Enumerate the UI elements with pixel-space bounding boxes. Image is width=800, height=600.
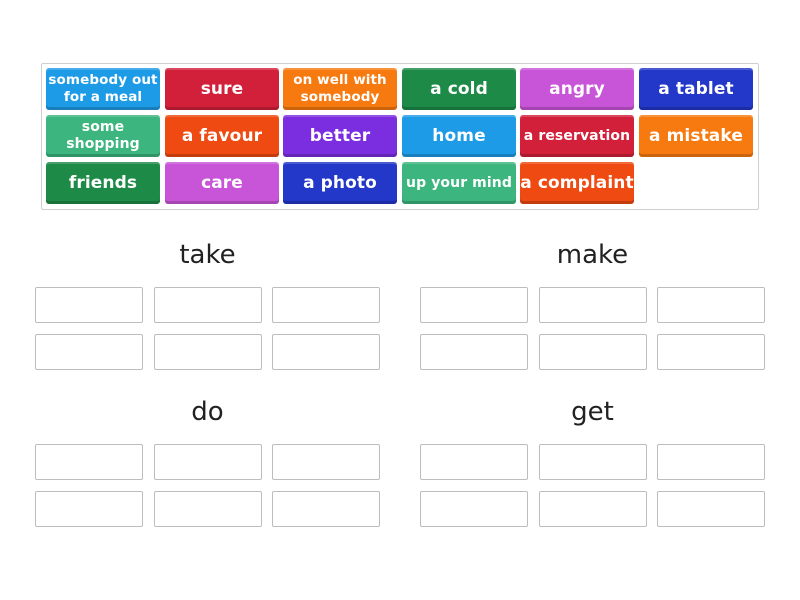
drop-slot-do[interactable] bbox=[35, 444, 143, 480]
word-tile[interactable]: a favour bbox=[165, 115, 279, 157]
drop-slot-take[interactable] bbox=[272, 287, 380, 323]
word-tile[interactable]: friends bbox=[46, 162, 160, 204]
word-tile[interactable]: somebody out for a meal bbox=[46, 68, 160, 110]
drop-slot-get[interactable] bbox=[539, 444, 647, 480]
word-tile[interactable]: a complaint bbox=[520, 162, 634, 204]
word-tile[interactable]: better bbox=[283, 115, 397, 157]
group-title-take: take bbox=[179, 240, 236, 270]
group-title-make: make bbox=[556, 240, 629, 270]
drop-slot-do[interactable] bbox=[154, 444, 262, 480]
word-tile[interactable]: up your mind bbox=[402, 162, 516, 204]
word-tile[interactable]: some shopping bbox=[46, 115, 160, 157]
drop-slot-take[interactable] bbox=[154, 287, 262, 323]
drop-slot-make[interactable] bbox=[539, 287, 647, 323]
word-tile[interactable]: on well with somebody bbox=[283, 68, 397, 110]
word-tile[interactable]: a photo bbox=[283, 162, 397, 204]
drop-slot-do[interactable] bbox=[35, 491, 143, 527]
word-tile[interactable]: a mistake bbox=[639, 115, 753, 157]
word-tile[interactable]: a reservation bbox=[520, 115, 634, 157]
group-title-get: get bbox=[571, 397, 614, 427]
drop-slot-make[interactable] bbox=[539, 334, 647, 370]
drop-slot-do[interactable] bbox=[154, 491, 262, 527]
drop-slot-get[interactable] bbox=[420, 444, 528, 480]
word-tile[interactable]: a cold bbox=[402, 68, 516, 110]
drop-slot-make[interactable] bbox=[420, 287, 528, 323]
drop-slot-do[interactable] bbox=[272, 444, 380, 480]
drop-slot-get[interactable] bbox=[539, 491, 647, 527]
drop-slot-take[interactable] bbox=[35, 287, 143, 323]
drop-slot-get[interactable] bbox=[657, 444, 765, 480]
drop-slot-get[interactable] bbox=[420, 491, 528, 527]
drop-slot-make[interactable] bbox=[657, 287, 765, 323]
drop-slot-take[interactable] bbox=[35, 334, 143, 370]
word-tile[interactable]: angry bbox=[520, 68, 634, 110]
drop-slot-get[interactable] bbox=[657, 491, 765, 527]
drop-slot-make[interactable] bbox=[420, 334, 528, 370]
group-title-do: do bbox=[191, 397, 224, 427]
drop-slot-do[interactable] bbox=[272, 491, 380, 527]
word-tile[interactable]: care bbox=[165, 162, 279, 204]
word-tile[interactable]: home bbox=[402, 115, 516, 157]
drop-slot-take[interactable] bbox=[272, 334, 380, 370]
word-tile[interactable]: a tablet bbox=[639, 68, 753, 110]
drop-slot-make[interactable] bbox=[657, 334, 765, 370]
drop-slot-take[interactable] bbox=[154, 334, 262, 370]
word-tile[interactable]: sure bbox=[165, 68, 279, 110]
